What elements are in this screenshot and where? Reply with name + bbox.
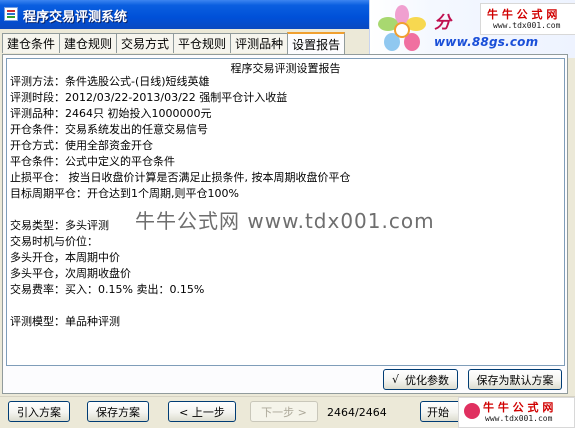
report-line: 开仓条件：交易系统发出的任意交易信号: [10, 123, 208, 136]
save-scheme-button[interactable]: 保存方案: [87, 401, 149, 422]
report-line: 目标周期平仓：开仓达到1个周期,则平仓100%: [10, 187, 239, 200]
watermark-logo-title: 牛 牛 公 式 网: [483, 401, 554, 414]
tab-open-conditions[interactable]: 建仓条件: [2, 33, 61, 53]
progress-counter: 2464/2464: [327, 406, 387, 419]
logo-badge: 牛 牛 公 式 网 www.tdx001.com: [480, 3, 575, 35]
report-title: 程序交易评测设置报告: [230, 62, 341, 75]
next-step-button[interactable]: 下一步 >: [250, 401, 318, 422]
save-default-button[interactable]: 保存为默认方案: [468, 369, 562, 390]
report-line: 交易费率：买入：0.15% 卖出：0.15%: [10, 283, 205, 296]
logo-badge-title: 牛 牛 公 式 网: [487, 8, 558, 21]
report-line: 开仓方式：使用全部资金开仓: [10, 139, 153, 152]
flower-logo-icon: [378, 5, 426, 51]
optimize-params-label: 优化参数: [405, 373, 449, 387]
report-line: 多头平仓，次周期收盘价: [10, 267, 131, 280]
report-line: 多头开仓，本周期中价: [10, 251, 120, 264]
tab-test-symbols[interactable]: 评测品种: [230, 33, 289, 53]
report-line: 交易类型：多头评测: [10, 219, 109, 232]
watermark-logo-url: www.tdx001.com: [485, 414, 553, 423]
watermark-logo: 牛 牛 公 式 网 www.tdx001.com: [458, 397, 575, 428]
check-icon: √: [391, 373, 399, 386]
app-icon: [4, 7, 18, 21]
logo-mark-icon: [464, 403, 480, 419]
prev-step-button[interactable]: < 上一步: [168, 401, 236, 422]
logo-website: www.88gs.com: [434, 35, 539, 49]
report-textbox[interactable]: 程序交易评测设置报告 评测方法：条件选股公式-(日线)短线英雄 评测时段：201…: [6, 58, 565, 366]
report-line: 评测方法：条件选股公式-(日线)短线英雄: [10, 75, 210, 88]
report-line: 评测品种：2464只 初始投入1000000元: [10, 107, 212, 120]
tab-close-rules[interactable]: 平仓规则: [173, 33, 232, 53]
tab-settings-report[interactable]: 设置报告: [287, 32, 346, 54]
report-line: 止损平仓： 按当日收盘价计算是否满足止损条件, 按本周期收盘价平仓: [10, 171, 351, 184]
watermark-text: 牛牛公式网 www.tdx001.com: [135, 209, 435, 233]
report-line: 评测模型：单品种评测: [10, 315, 120, 328]
tab-open-rules[interactable]: 建仓规则: [59, 33, 118, 53]
report-line: 交易时机与价位：: [10, 235, 98, 248]
window-title: 程序交易评测系统: [23, 10, 128, 25]
report-line: 平仓条件：公式中定义的平仓条件: [10, 155, 175, 168]
report-line: 评测时段：2012/03/22-2013/03/22 强制平仓计入收益: [10, 91, 288, 104]
logo-badge-url: www.tdx001.com: [493, 21, 561, 30]
optimize-params-button[interactable]: √ 优化参数: [383, 369, 458, 390]
import-scheme-button[interactable]: 引入方案: [8, 401, 70, 422]
logo-fen-text: 分: [434, 13, 451, 33]
tab-strip: 建仓条件 建仓规则 交易方式 平仓规则 评测品种 设置报告: [2, 32, 346, 54]
tab-trade-method[interactable]: 交易方式: [116, 33, 175, 53]
brand-logo: 分 牛 牛 公 式 网 www.tdx001.com www.88gs.com: [369, 0, 575, 58]
